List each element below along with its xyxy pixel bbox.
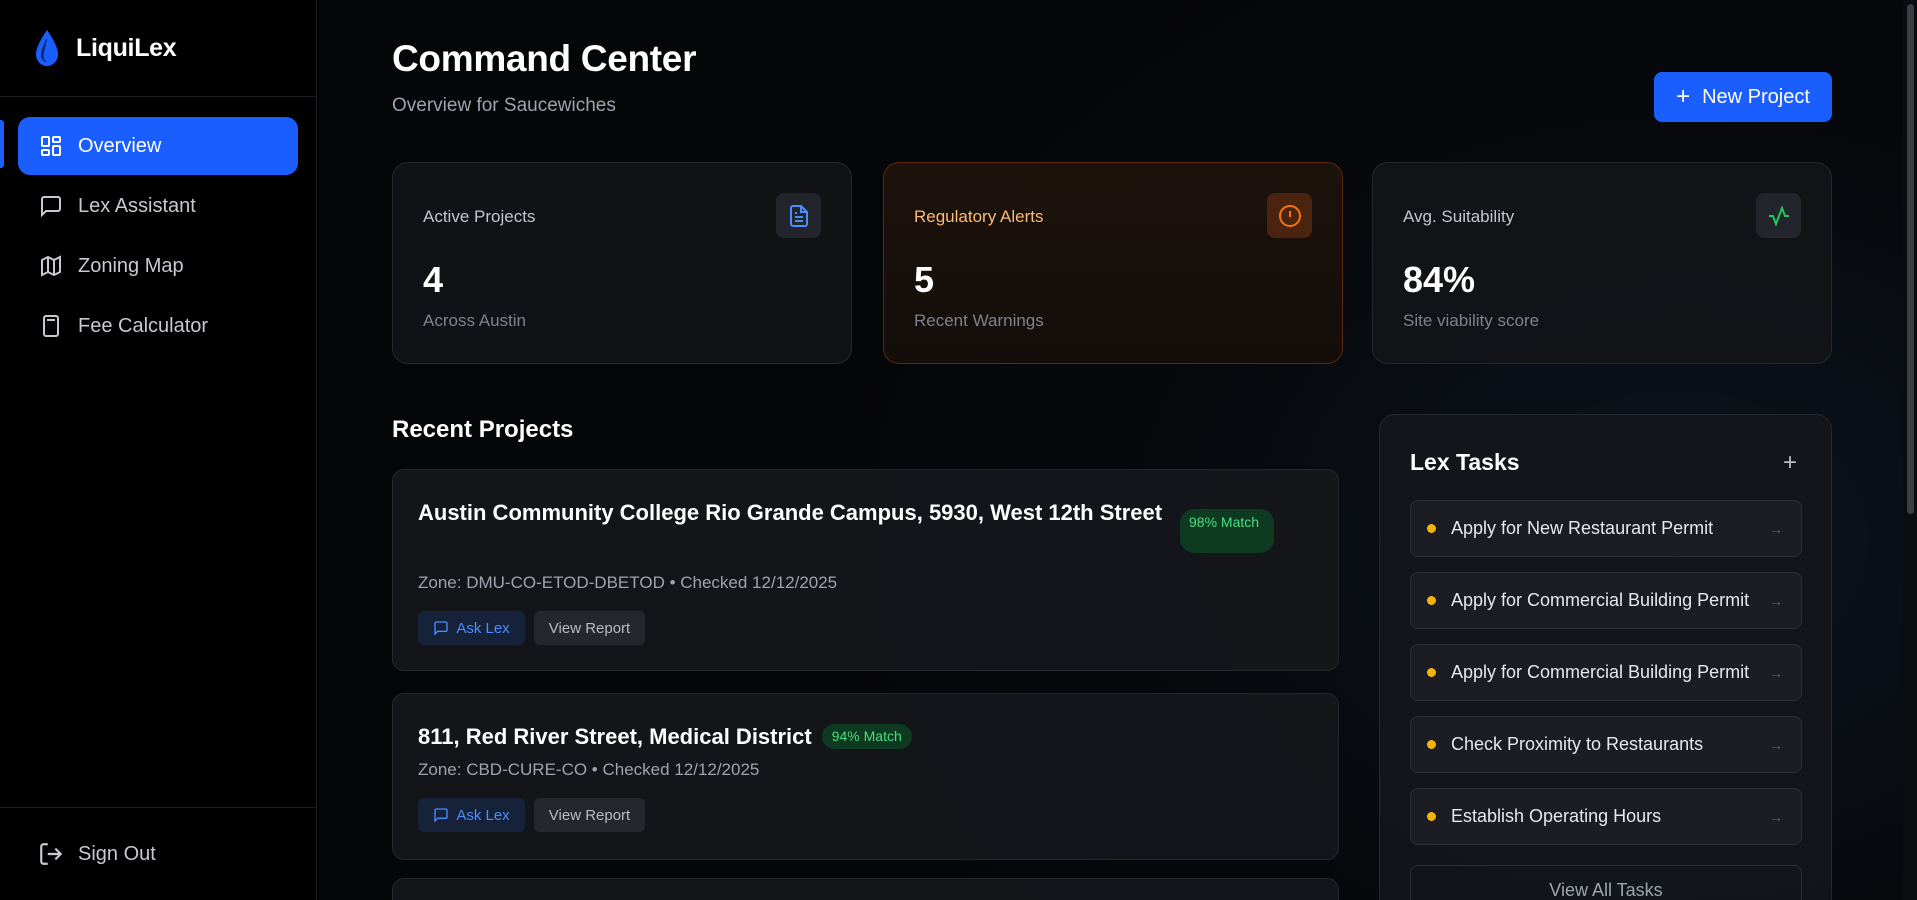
- status-dot: [1427, 668, 1436, 677]
- lex-tasks-panel: Lex Tasks + Apply for New Restaurant Per…: [1379, 414, 1832, 900]
- sidebar-item-zoning-map[interactable]: Zoning Map: [18, 237, 298, 295]
- view-report-button[interactable]: View Report: [534, 798, 645, 832]
- stat-label: Avg. Suitability: [1403, 207, 1515, 226]
- stat-sub: Recent Warnings: [914, 311, 1044, 330]
- task-item[interactable]: Establish Operating Hours →: [1410, 788, 1802, 845]
- view-all-tasks-button[interactable]: View All Tasks: [1410, 865, 1802, 900]
- brand[interactable]: LiquiLex: [0, 0, 316, 97]
- project-title-row: 811, Red River Street, Medical District …: [418, 719, 912, 754]
- arrow-right-icon: →: [1769, 736, 1783, 753]
- new-project-label: New Project: [1702, 85, 1810, 108]
- project-title[interactable]: Austin Community College Rio Grande Camp…: [418, 495, 1178, 530]
- task-label: Apply for Commercial Building Permit: [1451, 662, 1750, 682]
- sidebar-item-overview[interactable]: Overview: [18, 117, 298, 175]
- scrollbar[interactable]: [1903, 0, 1917, 900]
- task-label: Apply for Commercial Building Permit: [1451, 590, 1750, 610]
- main-content: Command Center Overview for Saucewiches …: [318, 0, 1917, 900]
- status-dot: [1427, 596, 1436, 605]
- arrow-right-icon: →: [1769, 664, 1783, 681]
- project-card[interactable]: Austin Community College Rio Grande Camp…: [392, 469, 1339, 671]
- chat-icon: [38, 193, 64, 219]
- status-dot: [1427, 740, 1436, 749]
- chat-icon: [434, 621, 448, 636]
- task-item[interactable]: Check Proximity to Restaurants →: [1410, 716, 1802, 773]
- sign-out-label: Sign Out: [78, 842, 156, 865]
- stat-value: 4: [423, 259, 444, 300]
- stat-value: 84%: [1403, 259, 1476, 300]
- task-label: Establish Operating Hours: [1451, 806, 1662, 826]
- stat-sub: Site viability score: [1403, 311, 1540, 330]
- task-item[interactable]: Apply for New Restaurant Permit →: [1410, 500, 1802, 557]
- task-label: Apply for New Restaurant Permit: [1451, 518, 1714, 538]
- arrow-right-icon: →: [1769, 592, 1783, 609]
- match-badge: 94% Match: [821, 724, 912, 749]
- calculator-icon: [38, 313, 64, 339]
- ask-lex-button[interactable]: Ask Lex: [418, 611, 525, 645]
- stat-card-avg-suitability: Avg. Suitability 84% Site viability scor…: [1372, 162, 1832, 364]
- page-subtitle: Overview for Saucewiches: [392, 95, 616, 116]
- alert-icon: [1267, 193, 1312, 238]
- stat-sub: Across Austin: [423, 311, 526, 330]
- sidebar-item-fee-calculator[interactable]: Fee Calculator: [18, 297, 298, 355]
- ask-lex-label: Ask Lex: [456, 806, 510, 824]
- status-dot: [1427, 524, 1436, 533]
- scrollbar-thumb[interactable]: [1907, 4, 1914, 514]
- drop-logo-icon: [36, 30, 58, 66]
- active-nav-marker: [0, 120, 4, 168]
- sidebar: LiquiLex Overview Lex Assistant Zoning M…: [0, 0, 317, 900]
- task-label: Check Proximity to Restaurants: [1451, 734, 1704, 754]
- stat-card-active-projects: Active Projects 4 Across Austin: [392, 162, 852, 364]
- stat-label: Regulatory Alerts: [914, 207, 1044, 226]
- plus-icon: +: [1676, 83, 1691, 110]
- arrow-right-icon: →: [1769, 520, 1783, 537]
- task-item[interactable]: Apply for Commercial Building Permit →: [1410, 572, 1802, 629]
- project-card[interactable]: [392, 878, 1339, 900]
- sidebar-item-label: Overview: [78, 134, 162, 157]
- status-dot: [1427, 812, 1436, 821]
- project-card[interactable]: 811, Red River Street, Medical District …: [392, 693, 1339, 860]
- stat-value: 5: [914, 259, 935, 300]
- sign-out-button[interactable]: Sign Out: [0, 807, 316, 900]
- chat-icon: [434, 808, 448, 823]
- sidebar-item-label: Lex Assistant: [78, 194, 196, 217]
- view-report-button[interactable]: View Report: [534, 611, 645, 645]
- lex-tasks-title: Lex Tasks: [1410, 449, 1520, 475]
- stat-card-regulatory-alerts: Regulatory Alerts 5 Recent Warnings: [883, 162, 1343, 364]
- project-meta: Zone: CBD-CURE-CO • Checked 12/12/2025: [418, 760, 760, 779]
- recent-projects-title: Recent Projects: [392, 416, 574, 443]
- ask-lex-label: Ask Lex: [456, 619, 510, 637]
- project-meta: Zone: DMU-CO-ETOD-DBETOD • Checked 12/12…: [418, 573, 838, 592]
- match-badge: 98% Match: [1180, 509, 1274, 553]
- sign-out-icon: [40, 843, 63, 865]
- map-icon: [38, 253, 64, 279]
- grid-icon: [38, 133, 64, 159]
- ask-lex-button[interactable]: Ask Lex: [418, 798, 525, 832]
- sidebar-item-label: Zoning Map: [78, 254, 184, 277]
- task-item[interactable]: Apply for Commercial Building Permit →: [1410, 644, 1802, 701]
- document-icon: [776, 193, 821, 238]
- brand-name: LiquiLex: [76, 33, 177, 62]
- arrow-right-icon: →: [1769, 808, 1783, 825]
- sidebar-item-lex-assistant[interactable]: Lex Assistant: [18, 177, 298, 235]
- sidebar-item-label: Fee Calculator: [78, 314, 209, 337]
- activity-icon: [1756, 193, 1801, 238]
- add-task-button[interactable]: +: [1783, 449, 1797, 477]
- stat-label: Active Projects: [423, 207, 536, 226]
- new-project-button[interactable]: + New Project: [1654, 72, 1832, 122]
- project-title[interactable]: 811, Red River Street, Medical District: [418, 719, 812, 754]
- sidebar-nav: Overview Lex Assistant Zoning Map Fee Ca…: [0, 97, 316, 377]
- page-title: Command Center: [392, 38, 697, 79]
